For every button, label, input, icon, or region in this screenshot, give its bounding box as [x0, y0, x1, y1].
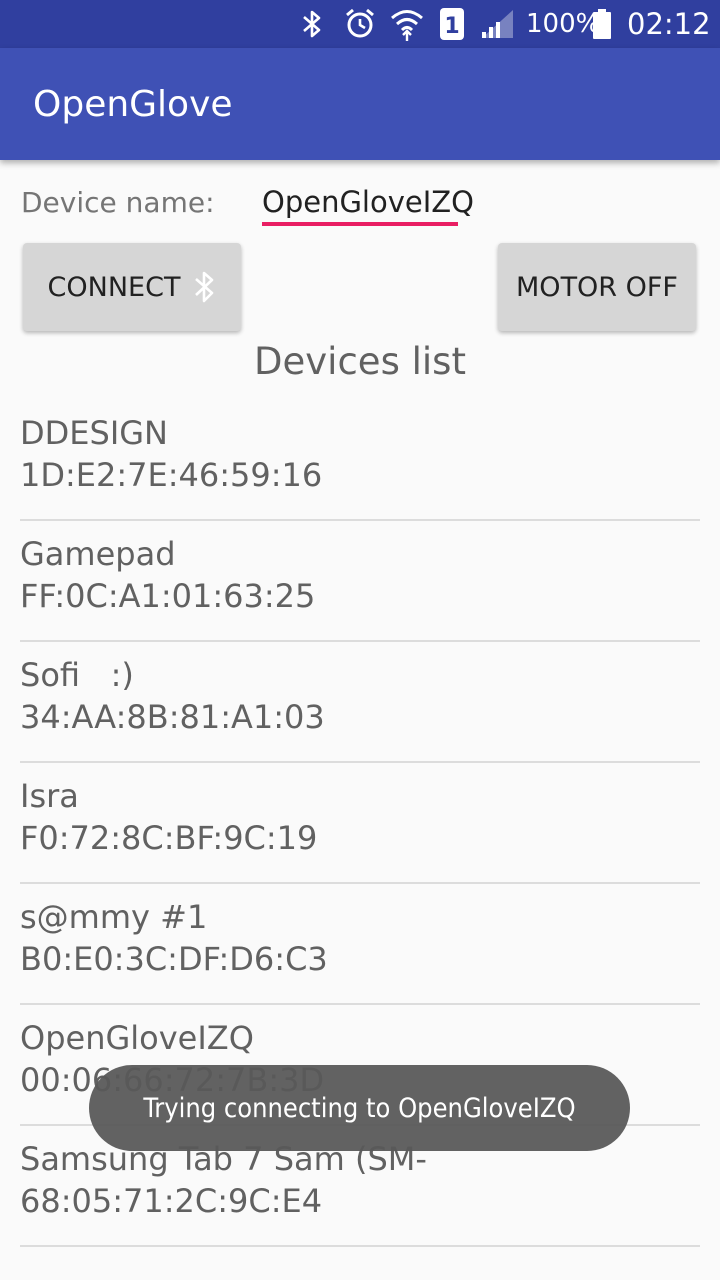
device-address: F0:72:8C:BF:9C:19: [20, 819, 318, 857]
motor-off-button-label: MOTOR OFF: [516, 271, 678, 303]
toast-text: Trying connecting to OpenGloveIZQ: [143, 1092, 576, 1124]
device-address: B0:E0:3C:DF:D6:C3: [20, 940, 328, 978]
list-item[interactable]: DDESIGN 1D:E2:7E:46:59:16: [20, 400, 700, 521]
device-address: 68:05:71:2C:9C:E4: [20, 1182, 323, 1220]
device-name: Sofi :): [20, 656, 134, 694]
device-name: s@mmy #1: [20, 898, 208, 936]
signal-icon: [480, 0, 514, 48]
device-address: 34:AA:8B:81:A1:03: [20, 698, 325, 736]
motor-off-button[interactable]: MOTOR OFF: [498, 243, 696, 331]
device-address: 1D:E2:7E:46:59:16: [20, 456, 323, 494]
connect-button[interactable]: CONNECT: [23, 243, 241, 331]
devices-list-title: Devices list: [254, 340, 466, 383]
app-title: OpenGlove: [33, 84, 233, 125]
list-item[interactable]: Isra F0:72:8C:BF:9C:19: [20, 763, 700, 884]
device-name: Isra: [20, 777, 79, 815]
device-name: DDESIGN: [20, 414, 168, 452]
app-bar: OpenGlove: [0, 48, 720, 160]
device-name: OpenGloveIZQ: [20, 1019, 254, 1057]
list-item[interactable]: Gamepad FF:0C:A1:01:63:25: [20, 521, 700, 642]
sim-label: 1: [444, 14, 459, 39]
sim-icon: 1: [439, 0, 465, 48]
battery-percent: 100%: [526, 9, 601, 39]
bluetooth-icon: [192, 269, 216, 305]
device-address: FF:0C:A1:01:63:25: [20, 577, 316, 615]
toast-message: Trying connecting to OpenGloveIZQ: [89, 1065, 630, 1151]
clock: 02:12: [627, 7, 711, 41]
battery-icon: [592, 0, 612, 48]
device-name-label: Device name:: [21, 186, 215, 219]
list-item[interactable]: Sofi :) 34:AA:8B:81:A1:03: [20, 642, 700, 763]
status-bar: 1 100% 02:12: [0, 0, 720, 48]
wifi-icon: [389, 0, 425, 48]
device-name-input[interactable]: OpenGloveIZQ: [262, 182, 474, 226]
list-item[interactable]: s@mmy #1 B0:E0:3C:DF:D6:C3: [20, 884, 700, 1005]
device-name: Gamepad: [20, 535, 176, 573]
bluetooth-icon: [300, 0, 324, 48]
alarm-icon: [343, 0, 377, 48]
connect-button-label: CONNECT: [47, 271, 181, 303]
